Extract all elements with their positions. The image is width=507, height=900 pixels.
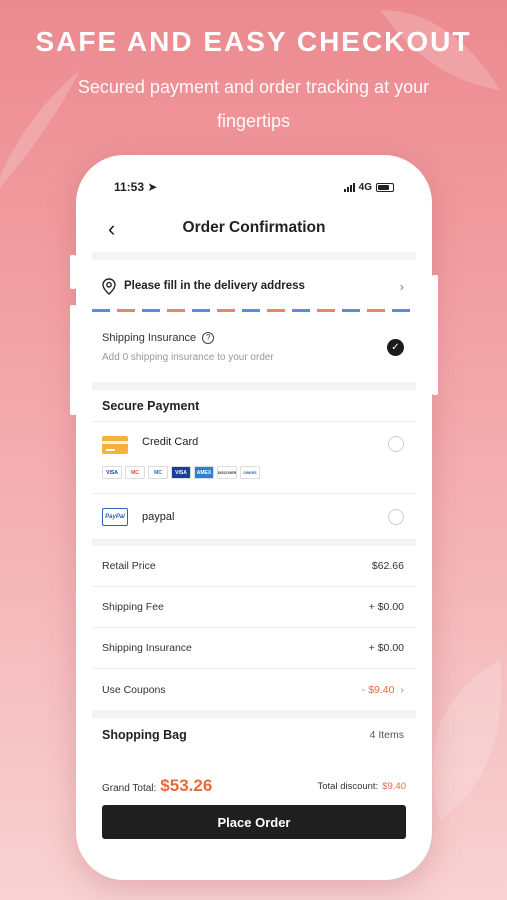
network-label: 4G <box>358 181 372 193</box>
payment-option-label: paypal <box>142 510 175 523</box>
payment-option-paypal[interactable]: PayPal paypal <box>92 494 416 540</box>
address-prompt: Please fill in the delivery address <box>124 280 305 292</box>
place-order-button[interactable]: Place Order <box>102 805 406 839</box>
summary-row-shipping-insurance: Shipping Insurance + $0.00 <box>92 628 416 669</box>
payment-option-label: Credit Card <box>142 436 199 448</box>
battery-icon <box>376 182 394 192</box>
status-time: 11:53 ➤ <box>114 180 158 194</box>
amex-logo-icon: AMEX <box>194 466 214 479</box>
discover-logo-icon: DISCOVER <box>217 466 237 479</box>
app-screen: 11:53 ➤ 4G ‹ Order Confirmation Please f… <box>92 170 416 865</box>
signal-icon <box>343 182 355 192</box>
phone-side-button <box>70 305 76 415</box>
chevron-right-icon: › <box>400 683 405 696</box>
payment-section-title: Secure Payment <box>92 390 416 422</box>
nav-bar: ‹ Order Confirmation <box>92 204 416 252</box>
insurance-title: Shipping Insurance ? <box>102 331 387 344</box>
banner-subline: Secured payment and order tracking at yo… <box>77 77 430 131</box>
shopping-bag-title: Shopping Bag <box>102 728 187 742</box>
payment-section: Secure Payment Credit Card VISA MC MC VI… <box>92 390 416 540</box>
payment-option-credit-card[interactable]: Credit Card VISA MC MC VISA AMEX DISCOVE… <box>92 422 416 494</box>
chevron-right-icon: › <box>399 278 404 294</box>
status-bar: 11:53 ➤ 4G <box>92 170 416 204</box>
radio-button[interactable] <box>388 508 404 525</box>
insurance-checkbox[interactable]: ✓ <box>387 338 404 356</box>
mastercard-logo-icon: MC <box>125 466 145 479</box>
insurance-subtitle: Add 0 shipping insurance to your order <box>102 351 274 363</box>
summary-row-coupons[interactable]: Use Coupons - $9.40 › <box>92 669 416 710</box>
diners-logo-icon: DINERS <box>240 466 260 479</box>
help-icon[interactable]: ? <box>202 331 215 344</box>
checkout-bar: Grand Total: $53.26 Total discount: $9.40… <box>92 767 416 865</box>
shipping-insurance-row[interactable]: Shipping Insurance ? Add 0 shipping insu… <box>92 312 416 382</box>
maestro-logo-icon: MC <box>148 466 168 479</box>
credit-card-icon <box>102 436 128 454</box>
banner-headline: SAFE AND EASY CHECKOUT <box>35 26 472 57</box>
shopping-bag-count: 4 Items <box>369 729 404 741</box>
status-indicators: 4G <box>343 181 394 193</box>
card-brand-logos: VISA MC MC VISA AMEX DISCOVER DINERS <box>102 466 260 479</box>
delivery-address-row[interactable]: Please fill in the delivery address › <box>92 260 416 312</box>
total-discount: Total discount: $9.40 <box>317 780 406 792</box>
paypal-logo-icon: PayPal <box>102 507 128 526</box>
summary-row-retail-price: Retail Price $62.66 <box>92 546 416 587</box>
total-discount-value: $9.40 <box>382 780 406 792</box>
grand-total-value: $53.26 <box>160 776 213 795</box>
price-summary: Retail Price $62.66 Shipping Fee + $0.00 S… <box>92 546 416 710</box>
phone-side-button <box>70 255 76 289</box>
visa-logo-icon: VISA <box>102 466 122 479</box>
page-title: Order Confirmation <box>182 219 326 236</box>
radio-button[interactable] <box>388 436 404 452</box>
visa-logo-icon: VISA <box>171 466 191 479</box>
phone-frame: 11:53 ➤ 4G ‹ Order Confirmation Please f… <box>70 155 438 880</box>
phone-side-button <box>432 275 438 395</box>
back-arrow-icon[interactable]: ‹ <box>108 216 115 242</box>
envelope-stripe <box>92 309 416 312</box>
summary-row-shipping-fee: Shipping Fee + $0.00 <box>92 587 416 628</box>
location-pin-icon <box>102 277 116 295</box>
grand-total: Grand Total: $53.26 <box>102 776 213 795</box>
